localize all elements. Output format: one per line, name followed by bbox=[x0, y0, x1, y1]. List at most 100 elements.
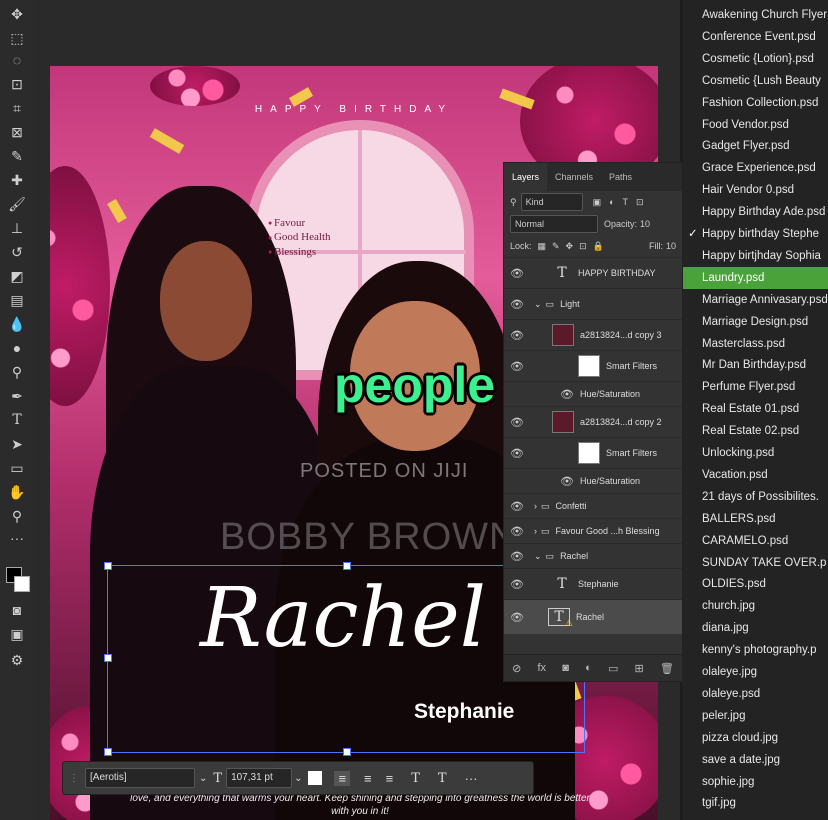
filter-kind-select[interactable]: Kind bbox=[520, 193, 583, 211]
align-center-icon[interactable]: ≡ bbox=[364, 771, 372, 786]
recent-file-item[interactable]: ✓ Happy birthday Stephe bbox=[683, 223, 828, 245]
recent-file-item[interactable]: Real Estate 02.psd bbox=[683, 420, 828, 442]
frame-tool-icon[interactable]: ⊠ bbox=[6, 122, 28, 142]
recent-file-item[interactable]: Conference Event.psd bbox=[683, 26, 828, 48]
tab-channels[interactable]: Channels bbox=[547, 163, 601, 191]
history-brush-tool-icon[interactable]: ↺ bbox=[6, 242, 28, 262]
tab-paths[interactable]: Paths bbox=[601, 163, 640, 191]
recent-file-item[interactable]: Unlocking.psd bbox=[683, 442, 828, 464]
text-color-swatch[interactable] bbox=[308, 771, 323, 785]
visibility-eye-icon[interactable]: 👁 bbox=[504, 298, 530, 311]
recent-file-item[interactable]: Perfume Flyer.psd bbox=[683, 376, 828, 398]
layer-row[interactable]: 👁 Hue/Saturation bbox=[504, 468, 682, 493]
align-left-icon[interactable]: ≡ bbox=[334, 770, 351, 786]
background-color-swatch[interactable] bbox=[14, 576, 30, 592]
eyedropper-tool-icon[interactable]: ✎ bbox=[6, 146, 28, 166]
hand-tool-icon[interactable]: ✋ bbox=[6, 482, 28, 502]
recent-file-item[interactable]: peler.jpg bbox=[683, 705, 828, 727]
recent-file-item[interactable]: Happy Birthday Ade.psd bbox=[683, 201, 828, 223]
fx-icon[interactable]: fx bbox=[538, 662, 547, 674]
zoom-lens-icon[interactable]: ⚲ bbox=[6, 362, 28, 382]
recent-file-item[interactable]: Mr Dan Birthday.psd bbox=[683, 354, 828, 376]
marquee-tool-icon[interactable]: ⬚ bbox=[6, 28, 28, 48]
new-layer-icon[interactable]: ⊞ bbox=[635, 662, 644, 675]
recent-file-item[interactable]: Food Vendor.psd bbox=[683, 114, 828, 136]
visibility-eye-icon[interactable]: 👁 bbox=[504, 578, 530, 591]
recent-file-item[interactable]: save a date.jpg bbox=[683, 749, 828, 771]
layer-row[interactable]: 👁 a2813824...d copy 2 bbox=[504, 406, 682, 437]
recent-file-item[interactable]: SUNDAY TAKE OVER.p bbox=[683, 552, 828, 574]
crop-tool-icon[interactable]: ⌗ bbox=[6, 98, 28, 118]
gradient-tool-icon[interactable]: ▤ bbox=[6, 290, 28, 310]
fill-field[interactable]: 10 bbox=[666, 241, 676, 251]
recent-file-item[interactable]: Vacation.psd bbox=[683, 464, 828, 486]
recent-file-item[interactable]: Happy birtjhday Sophia bbox=[683, 245, 828, 267]
add-mask-icon[interactable]: ◙ bbox=[562, 662, 569, 674]
visibility-eye-icon[interactable]: 👁 bbox=[504, 267, 530, 280]
recent-file-item[interactable]: olaleye.psd bbox=[683, 683, 828, 705]
quick-mask-icon[interactable]: ◙ bbox=[6, 600, 28, 620]
recent-file-item[interactable]: sophie.jpg bbox=[683, 771, 828, 793]
visibility-eye-icon[interactable]: 👁 bbox=[554, 388, 580, 401]
layer-row[interactable]: 👁 T HAPPY BIRTHDAY bbox=[504, 257, 682, 288]
layer-row[interactable]: 👁 › ▭ Favour Good ...h Blessing bbox=[504, 518, 682, 543]
lock-icons[interactable]: ▦✎✥⊡🔒 bbox=[538, 241, 610, 252]
transform-handle[interactable] bbox=[343, 748, 351, 756]
grip-icon[interactable]: ⋮ bbox=[69, 773, 79, 784]
visibility-eye-icon[interactable]: 👁 bbox=[504, 611, 530, 624]
healing-tool-icon[interactable]: ✚ bbox=[6, 170, 28, 190]
visibility-eye-icon[interactable]: 👁 bbox=[504, 500, 530, 513]
eraser-tool-icon[interactable]: ◩ bbox=[6, 266, 28, 286]
character-panel-icon[interactable]: T bbox=[438, 771, 447, 786]
recent-file-item[interactable]: church.jpg bbox=[683, 595, 828, 617]
layer-row[interactable]: 👁 ⌄ ▭ Light bbox=[504, 288, 682, 319]
warp-text-icon[interactable]: T bbox=[411, 771, 420, 786]
chevron-down-icon[interactable]: ⌄ bbox=[534, 299, 542, 310]
recent-file-item[interactable]: Marriage Annivasary.psd bbox=[683, 289, 828, 311]
filter-type-icons[interactable]: ▣◐T⊡ bbox=[593, 197, 652, 208]
recent-file-item[interactable]: olaleye.jpg bbox=[683, 661, 828, 683]
recent-file-item[interactable]: CARAMELO.psd bbox=[683, 530, 828, 552]
visibility-eye-icon[interactable]: 👁 bbox=[504, 447, 530, 460]
recent-file-item[interactable]: Awakening Church Flyer bbox=[683, 4, 828, 26]
transform-handle[interactable] bbox=[104, 748, 112, 756]
recent-file-item[interactable]: Cosmetic {Lotion}.psd bbox=[683, 48, 828, 70]
recent-file-item[interactable]: kenny's photography.p bbox=[683, 639, 828, 661]
visibility-eye-icon[interactable]: 👁 bbox=[504, 329, 530, 342]
rectangle-tool-icon[interactable]: ▭ bbox=[6, 458, 28, 478]
zoom-tool-icon[interactable]: ⚲ bbox=[6, 506, 28, 526]
recent-file-item[interactable]: Real Estate 01.psd bbox=[683, 398, 828, 420]
layer-row-selected[interactable]: 👁 T ⚠ Rachel bbox=[504, 599, 682, 634]
transform-handle[interactable] bbox=[343, 562, 351, 570]
recent-file-item[interactable]: Hair Vendor 0.psd bbox=[683, 179, 828, 201]
pen-tool-icon[interactable]: ✒ bbox=[6, 386, 28, 406]
align-right-icon[interactable]: ≡ bbox=[386, 771, 394, 786]
layer-row[interactable]: 👁 Hue/Saturation bbox=[504, 381, 682, 406]
visibility-eye-icon[interactable]: 👁 bbox=[504, 550, 530, 563]
font-size-field[interactable]: 107,31 pt bbox=[226, 768, 293, 788]
recent-file-item[interactable]: pizza cloud.jpg bbox=[683, 727, 828, 749]
recent-file-item[interactable]: Laundry.psd bbox=[683, 266, 828, 289]
chevron-right-icon[interactable]: › bbox=[534, 526, 537, 536]
type-tool-icon[interactable]: T bbox=[6, 410, 28, 430]
chevron-down-icon[interactable]: ⌄ bbox=[534, 551, 542, 562]
chevron-right-icon[interactable]: › bbox=[534, 501, 537, 511]
more-tools-icon[interactable]: ··· bbox=[6, 528, 28, 548]
recent-file-item[interactable]: Masterclass.psd bbox=[683, 333, 828, 355]
adjustment-layer-icon[interactable]: ◐ bbox=[585, 662, 592, 674]
recent-file-item[interactable]: BALLERS.psd bbox=[683, 508, 828, 530]
layer-row[interactable]: 👁 Smart Filters bbox=[504, 350, 682, 381]
lasso-tool-icon[interactable]: ◌ bbox=[6, 50, 28, 70]
transform-handle[interactable] bbox=[104, 562, 112, 570]
brush-tool-icon[interactable]: 🖌 bbox=[6, 194, 28, 214]
recent-file-item[interactable]: Marriage Design.psd bbox=[683, 311, 828, 333]
move-tool-icon[interactable]: ✥ bbox=[6, 4, 28, 24]
dodge-tool-icon[interactable]: ● bbox=[6, 338, 28, 358]
visibility-eye-icon[interactable]: 👁 bbox=[554, 475, 580, 488]
object-select-tool-icon[interactable]: ⊡ bbox=[6, 74, 28, 94]
recent-file-item[interactable]: Fashion Collection.psd bbox=[683, 92, 828, 114]
layer-row[interactable]: 👁 ⌄ ▭ Rachel bbox=[504, 543, 682, 568]
stamp-tool-icon[interactable]: ⊥ bbox=[6, 218, 28, 238]
opacity-field[interactable]: 10 bbox=[640, 219, 650, 229]
link-layers-icon[interactable]: ⊘ bbox=[512, 662, 521, 675]
